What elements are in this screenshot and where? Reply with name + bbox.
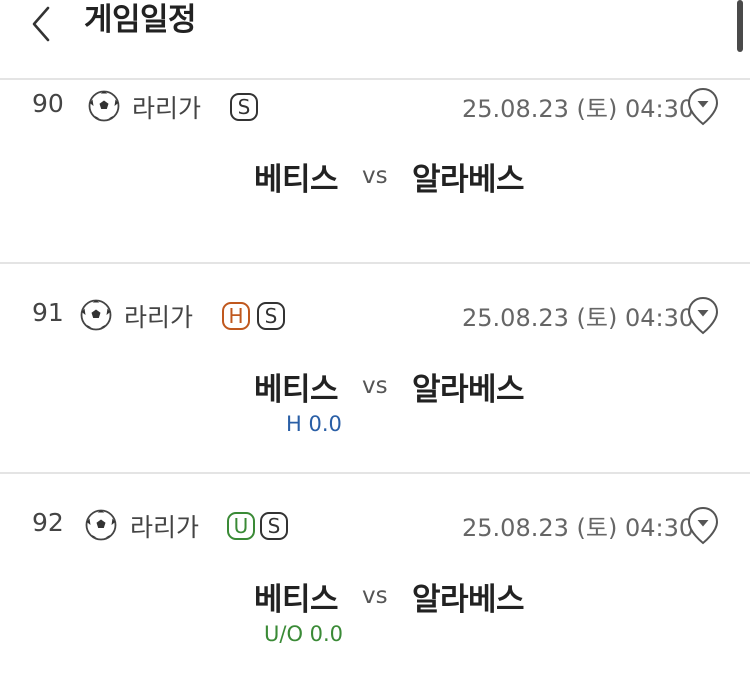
under-over-odds: U/O 0.0	[264, 622, 344, 646]
game-datetime: 25.08.23 (토) 04:30	[462, 304, 695, 332]
away-team: 알라베스	[412, 162, 525, 198]
game-row[interactable]: 91 라리가 H S 25.08.23 (토) 04:30 베티스 vs 알라베…	[0, 264, 750, 472]
game-number: 90	[32, 89, 64, 118]
handicap-badge: H	[222, 302, 250, 330]
game-datetime: 25.08.23 (토) 04:30	[462, 514, 695, 542]
page-title: 게임일정	[84, 2, 197, 38]
single-badge: S	[260, 512, 288, 540]
location-pin-icon[interactable]	[686, 506, 720, 546]
game-number: 91	[32, 298, 64, 327]
game-number: 92	[32, 508, 64, 537]
vs-label: vs	[362, 163, 388, 189]
location-pin-icon[interactable]	[686, 296, 720, 336]
league-name: 라리가	[132, 94, 202, 123]
handicap-odds: H 0.0	[286, 412, 342, 436]
away-team: 알라베스	[412, 582, 525, 618]
soccer-ball-icon	[85, 509, 117, 541]
single-badge: S	[230, 93, 258, 121]
soccer-ball-icon	[88, 90, 120, 122]
location-pin-icon[interactable]	[686, 87, 720, 127]
game-datetime: 25.08.23 (토) 04:30	[462, 95, 695, 123]
away-team: 알라베스	[412, 372, 525, 408]
home-team: 베티스	[253, 582, 339, 618]
soccer-ball-icon	[80, 299, 112, 331]
chevron-left-icon[interactable]	[28, 4, 62, 44]
header-bar: 게임일정	[0, 0, 750, 80]
under-over-badge: U	[227, 512, 255, 540]
game-row[interactable]: 90 라리가 S 25.08.23 (토) 04:30 베티스 vs 알라베스	[0, 79, 750, 287]
scrollbar-thumb[interactable]	[737, 0, 743, 52]
single-badge: S	[257, 302, 285, 330]
home-team: 베티스	[253, 162, 339, 198]
league-name: 라리가	[130, 513, 200, 542]
league-name: 라리가	[124, 303, 194, 332]
vs-label: vs	[362, 373, 388, 399]
game-row[interactable]: 92 라리가 U S 25.08.23 (토) 04:30 베티스 vs 알라베…	[0, 474, 750, 682]
home-team: 베티스	[253, 372, 339, 408]
vs-label: vs	[362, 583, 388, 609]
